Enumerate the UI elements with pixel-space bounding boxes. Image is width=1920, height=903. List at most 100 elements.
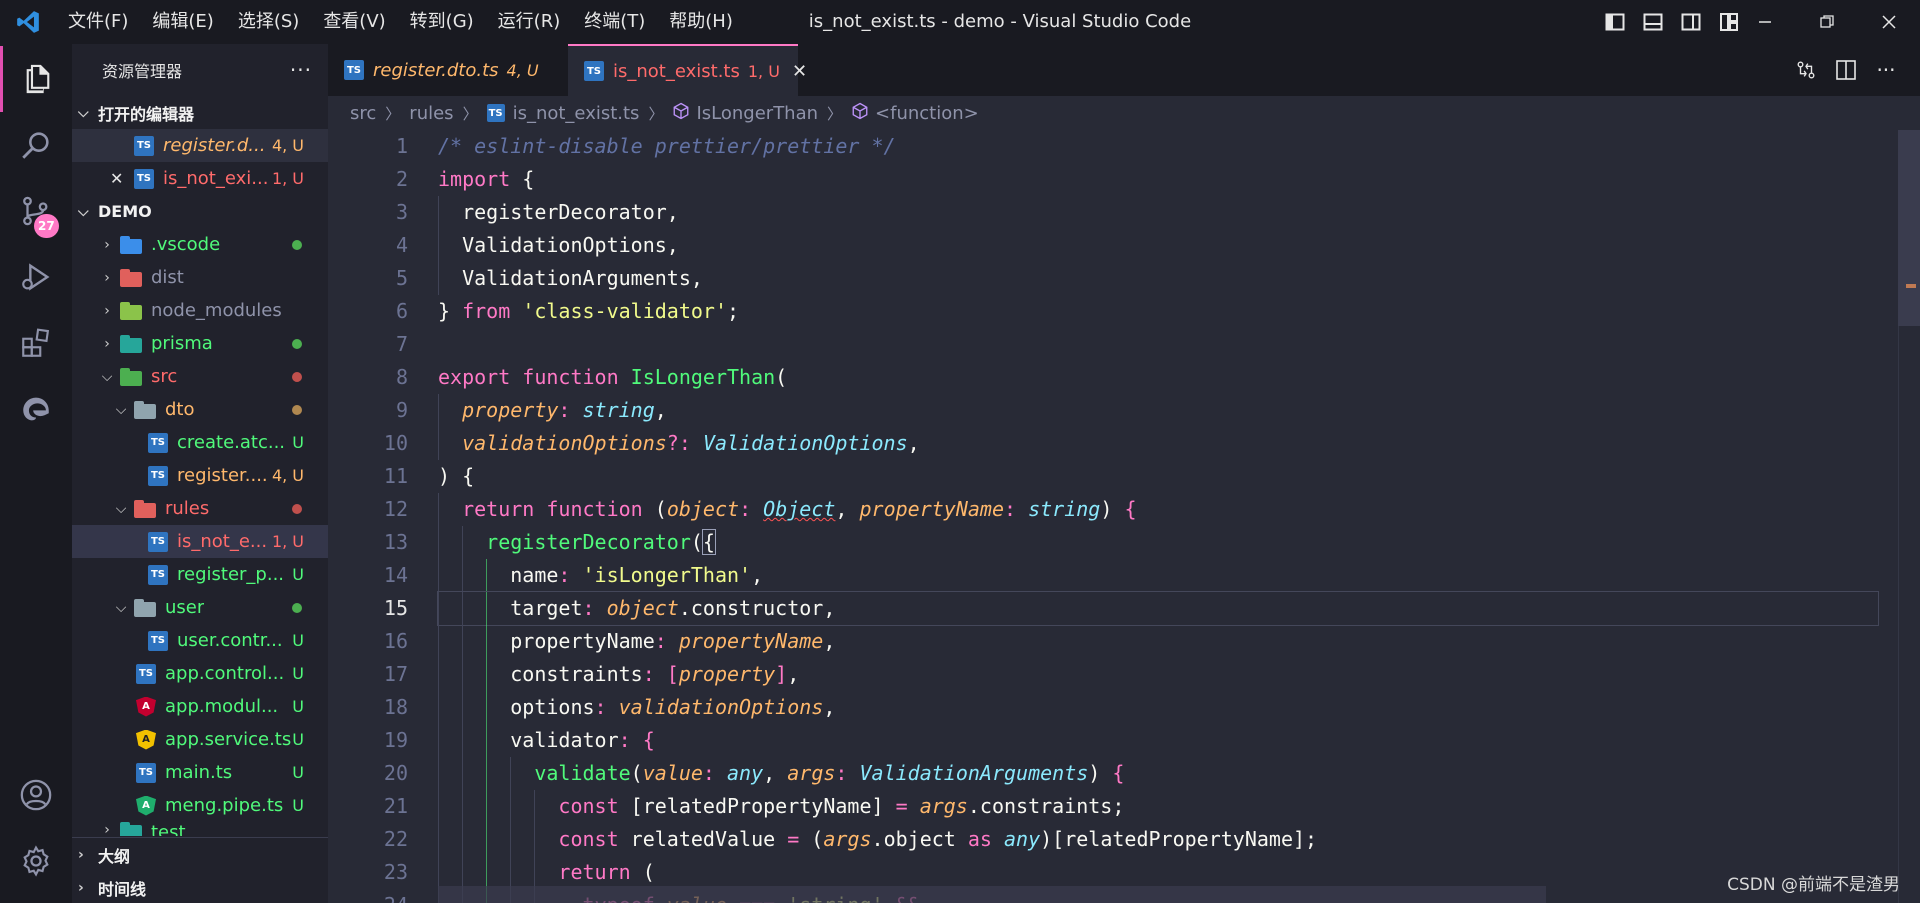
breadcrumb-inner[interactable]: <function> bbox=[875, 103, 979, 124]
tree-folder[interactable]: ⌵ dto bbox=[72, 393, 328, 426]
window-title: is_not_exist.ts - demo - Visual Studio C… bbox=[808, 11, 1192, 32]
outline-header[interactable]: › 大纲 bbox=[72, 838, 328, 871]
tree-file[interactable]: A app.modul... U bbox=[72, 690, 328, 723]
tree-label: dto bbox=[165, 399, 195, 420]
scm-badge: 27 bbox=[34, 214, 59, 238]
typescript-file-icon: TS bbox=[584, 61, 604, 81]
chevron-right-icon: 〉 bbox=[385, 104, 401, 123]
tree-folder[interactable]: › test bbox=[72, 822, 328, 836]
menu-file[interactable]: 文件(F) bbox=[56, 0, 140, 44]
menu-edit[interactable]: 编辑(E) bbox=[140, 0, 225, 44]
tree-folder[interactable]: ⌵ user bbox=[72, 591, 328, 624]
typescript-file-icon: TS bbox=[148, 564, 168, 585]
breadcrumb-symbol[interactable]: IsLongerThan bbox=[696, 103, 818, 124]
line-number: 18 bbox=[383, 695, 408, 719]
scrollbar-thumb[interactable] bbox=[1898, 130, 1920, 326]
search-icon[interactable] bbox=[0, 112, 72, 178]
settings-gear-icon[interactable] bbox=[0, 828, 72, 894]
tree-folder[interactable]: ⌵ rules bbox=[72, 492, 328, 525]
close-icon[interactable]: ✕ bbox=[792, 61, 807, 82]
tree-file[interactable]: TS user.contr... U bbox=[72, 624, 328, 657]
more-actions-icon[interactable]: ··· bbox=[290, 58, 312, 82]
open-editors-header[interactable]: ⌵ 打开的编辑器 bbox=[72, 96, 328, 129]
line-number: 2 bbox=[395, 167, 408, 191]
run-debug-icon[interactable] bbox=[0, 244, 72, 310]
close-window-icon[interactable] bbox=[1858, 0, 1920, 44]
breadcrumb-rules[interactable]: rules bbox=[409, 103, 453, 124]
menu-go[interactable]: 转到(G) bbox=[398, 0, 486, 44]
explorer-icon[interactable] bbox=[0, 46, 72, 112]
code-lines[interactable]: /* eslint-disable prettier/prettier */ i… bbox=[437, 130, 1879, 903]
open-editor-status: 4, U bbox=[271, 136, 304, 155]
tree-folder[interactable]: › dist bbox=[72, 261, 328, 294]
tree-file[interactable]: TS register_p... U bbox=[72, 558, 328, 591]
minimize-icon[interactable] bbox=[1734, 0, 1796, 44]
line-number: 15 bbox=[383, 596, 408, 620]
toggle-secondary-sidebar-icon[interactable] bbox=[1672, 0, 1710, 44]
timeline-header[interactable]: › 时间线 bbox=[72, 871, 328, 903]
tree-file[interactable]: TS register.... 4, U bbox=[72, 459, 328, 492]
close-icon[interactable]: ✕ bbox=[110, 169, 134, 188]
demo-folder-header[interactable]: ⌵ DEMO bbox=[72, 195, 328, 228]
tree-file[interactable]: A app.service.ts U bbox=[72, 723, 328, 756]
line-number: 3 bbox=[395, 200, 408, 224]
tree-label: prisma bbox=[151, 333, 213, 354]
tree-label: app.service.ts bbox=[165, 729, 292, 750]
horizontal-scrollbar[interactable] bbox=[438, 886, 1546, 903]
tree-label: .vscode bbox=[151, 234, 221, 255]
line-number: 1 bbox=[395, 134, 408, 158]
tree-folder[interactable]: ⌵ src bbox=[72, 360, 328, 393]
menu-help[interactable]: 帮助(H) bbox=[657, 0, 745, 44]
tab-is-not-exist[interactable]: TS is_not_exist.ts 1, U ✕ bbox=[568, 44, 807, 96]
line-number: 8 bbox=[395, 365, 408, 389]
untracked-dot bbox=[292, 240, 302, 250]
tree-folder[interactable]: › node_modules bbox=[72, 294, 328, 327]
tree-file[interactable]: TS main.ts U bbox=[72, 756, 328, 789]
code-line: validator: { bbox=[438, 724, 1878, 757]
menu-selection[interactable]: 选择(S) bbox=[226, 0, 311, 44]
tree-label: register.... bbox=[177, 465, 268, 486]
tab-register-dto[interactable]: TS register.dto.ts 4, U bbox=[328, 44, 568, 96]
test-folder-icon bbox=[120, 822, 142, 836]
editor-actions: ··· bbox=[1786, 44, 1906, 96]
split-editor-icon[interactable] bbox=[1826, 44, 1866, 96]
open-editor-item[interactable]: ✕ TS is_not_exi... 1, U bbox=[72, 162, 328, 195]
tree-label: node_modules bbox=[151, 300, 282, 321]
toggle-primary-sidebar-icon[interactable] bbox=[1596, 0, 1634, 44]
edge-browser-icon[interactable] bbox=[0, 376, 72, 442]
typescript-file-icon: TS bbox=[148, 531, 168, 552]
tree-file[interactable]: TS app.control... U bbox=[72, 657, 328, 690]
toggle-panel-icon[interactable] bbox=[1634, 0, 1672, 44]
tree-file[interactable]: TS create.atc... U bbox=[72, 426, 328, 459]
line-number: 12 bbox=[383, 497, 408, 521]
file-status: 1, U bbox=[271, 532, 304, 551]
tab-label: register.dto.ts bbox=[373, 59, 499, 81]
typescript-file-icon: TS bbox=[148, 465, 168, 486]
tree-folder[interactable]: › .vscode bbox=[72, 228, 328, 261]
more-actions-icon[interactable]: ··· bbox=[1866, 44, 1906, 96]
code-line: /* eslint-disable prettier/prettier */ bbox=[438, 134, 896, 158]
tree-file[interactable]: A meng.pipe.ts U bbox=[72, 789, 328, 822]
typescript-file-icon: TS bbox=[136, 762, 156, 783]
typescript-file-icon: TS bbox=[344, 60, 364, 80]
menu-terminal[interactable]: 终端(T) bbox=[572, 0, 657, 44]
open-editor-status: 1, U bbox=[271, 169, 304, 188]
typescript-file-icon: TS bbox=[134, 135, 154, 156]
account-icon[interactable] bbox=[0, 762, 72, 828]
tree-folder[interactable]: › prisma bbox=[72, 327, 328, 360]
breadcrumb-src[interactable]: src bbox=[350, 103, 376, 124]
menu-view[interactable]: 查看(V) bbox=[311, 0, 397, 44]
extensions-icon[interactable] bbox=[0, 310, 72, 376]
line-number: 9 bbox=[395, 398, 408, 422]
tree-file-selected[interactable]: TS is_not_e... 1, U bbox=[72, 525, 328, 558]
breadcrumb-file[interactable]: is_not_exist.ts bbox=[513, 103, 640, 124]
menu-run[interactable]: 运行(R) bbox=[486, 0, 573, 44]
sidebar-title: 资源管理器 bbox=[102, 62, 183, 81]
open-editor-item[interactable]: TS register.d... 4, U bbox=[72, 129, 328, 162]
source-control-icon[interactable]: 27 bbox=[0, 178, 72, 244]
compare-changes-icon[interactable] bbox=[1786, 44, 1826, 96]
restore-icon[interactable] bbox=[1796, 0, 1858, 44]
code-editor[interactable]: 123456789101112131415161718192021222324 … bbox=[328, 130, 1920, 903]
vertical-scrollbar[interactable] bbox=[1898, 130, 1920, 903]
layout-controls bbox=[1596, 0, 1748, 44]
